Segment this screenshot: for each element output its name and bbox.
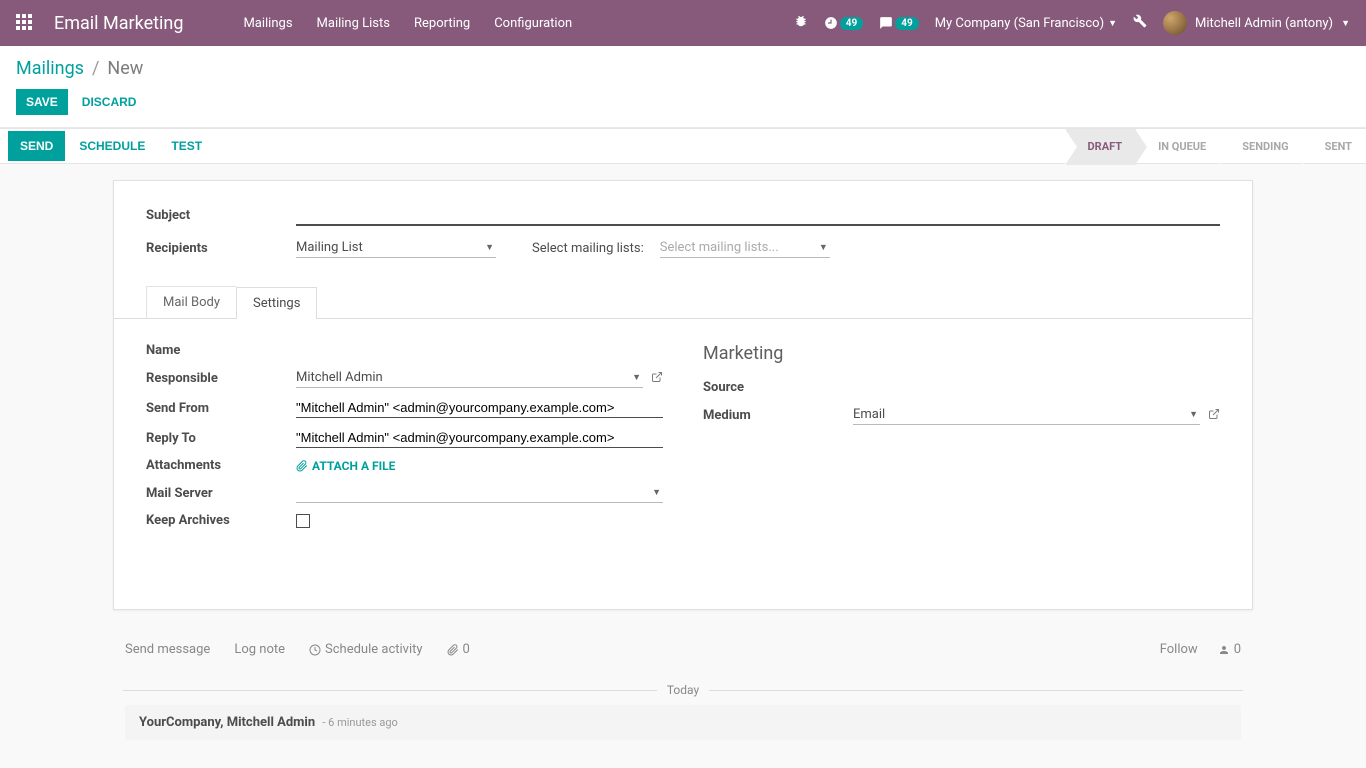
medium-label: Medium (703, 408, 853, 423)
menu-configuration[interactable]: Configuration (494, 16, 572, 31)
chat-badge[interactable]: 49 (879, 16, 918, 30)
attachment-count[interactable]: 0 (447, 642, 470, 657)
send-message-link[interactable]: Send message (125, 642, 210, 657)
menu-mailings[interactable]: Mailings (243, 16, 292, 31)
medium-value: Email (853, 407, 885, 422)
clock-icon (309, 644, 321, 656)
recipients-select[interactable]: Mailing List ▼ (296, 238, 496, 258)
discard-button[interactable]: DISCARD (72, 89, 147, 115)
schedule-button[interactable]: SCHEDULE (67, 131, 157, 161)
external-link-icon[interactable] (1208, 408, 1220, 423)
recipients-value: Mailing List (296, 240, 363, 255)
attach-file-label: ATTACH A FILE (312, 459, 395, 473)
name-label: Name (146, 343, 296, 358)
paperclip-icon (447, 644, 459, 656)
breadcrumb: Mailings / New (16, 58, 1350, 79)
chevron-down-icon: ▼ (632, 372, 641, 383)
marketing-header: Marketing (703, 343, 1220, 364)
mailing-lists-select[interactable]: Select mailing lists... ▼ (660, 238, 830, 258)
top-nav: Email Marketing Mailings Mailing Lists R… (0, 0, 1366, 46)
mailserver-value (296, 485, 299, 500)
clock-badge-count: 49 (840, 17, 863, 30)
keeparchives-label: Keep Archives (146, 513, 296, 528)
company-switcher[interactable]: My Company (San Francisco) ▼ (935, 16, 1117, 31)
tab-mail-body[interactable]: Mail Body (146, 286, 236, 318)
app-brand[interactable]: Email Marketing (54, 13, 183, 34)
test-button[interactable]: TEST (159, 131, 214, 161)
form-sheet: Subject Recipients Mailing List ▼ Select… (113, 180, 1253, 610)
save-button[interactable]: SAVE (16, 89, 68, 115)
chevron-down-icon: ▼ (652, 487, 661, 498)
message-item[interactable]: YourCompany, Mitchell Admin - 6 minutes … (125, 705, 1241, 740)
control-panel: Mailings / New SAVE DISCARD (0, 46, 1366, 128)
user-name: Mitchell Admin (antony) (1195, 16, 1333, 31)
keeparchives-checkbox[interactable] (296, 514, 310, 528)
clock-badge[interactable]: 49 (824, 16, 863, 30)
schedule-activity-link[interactable]: Schedule activity (309, 642, 423, 657)
subject-label: Subject (146, 208, 296, 223)
replyto-label: Reply To (146, 431, 296, 446)
sendfrom-label: Send From (146, 401, 296, 416)
chevron-down-icon: ▼ (1341, 18, 1350, 29)
external-link-icon[interactable] (651, 371, 663, 386)
attach-file-button[interactable]: ATTACH A FILE (296, 459, 395, 473)
responsible-value: Mitchell Admin (296, 370, 383, 385)
chevron-down-icon: ▼ (819, 242, 828, 253)
chevron-down-icon: ▼ (485, 242, 494, 253)
chatter: Send message Log note Schedule activity … (113, 634, 1253, 740)
send-button[interactable]: SEND (8, 131, 65, 161)
apps-icon[interactable] (16, 14, 34, 32)
user-menu[interactable]: Mitchell Admin (antony) ▼ (1163, 11, 1350, 35)
medium-select[interactable]: Email ▼ (853, 405, 1200, 425)
chevron-down-icon: ▼ (1108, 18, 1117, 29)
stage-in-queue[interactable]: IN QUEUE (1136, 129, 1220, 165)
stage-sending[interactable]: SENDING (1220, 129, 1302, 165)
chat-badge-count: 49 (895, 17, 918, 30)
breadcrumb-sep: / (92, 58, 99, 79)
menu-mailing-lists[interactable]: Mailing Lists (317, 16, 390, 31)
responsible-label: Responsible (146, 371, 296, 386)
stage-draft[interactable]: DRAFT (1066, 129, 1137, 165)
responsible-select[interactable]: Mitchell Admin ▼ (296, 368, 643, 388)
message-time: - 6 minutes ago (322, 716, 397, 729)
company-name: My Company (San Francisco) (935, 16, 1104, 31)
replyto-input[interactable] (296, 428, 663, 448)
breadcrumb-current: New (107, 58, 143, 79)
main-menu: Mailings Mailing Lists Reporting Configu… (243, 16, 572, 31)
message-author: YourCompany, Mitchell Admin (139, 715, 315, 730)
attachments-label: Attachments (146, 458, 296, 473)
tab-settings[interactable]: Settings (236, 287, 317, 319)
breadcrumb-root[interactable]: Mailings (16, 58, 84, 79)
menu-reporting[interactable]: Reporting (414, 16, 470, 31)
source-label: Source (703, 380, 853, 395)
chevron-down-icon: ▼ (1189, 409, 1198, 420)
settings-icon[interactable] (1133, 14, 1147, 32)
sendfrom-input[interactable] (296, 398, 663, 418)
debug-icon[interactable] (794, 14, 808, 32)
user-icon (1218, 644, 1230, 656)
follow-button[interactable]: Follow (1160, 642, 1198, 657)
avatar (1163, 11, 1187, 35)
log-note-link[interactable]: Log note (234, 642, 285, 657)
mailserver-select[interactable]: ▼ (296, 483, 663, 503)
subject-input[interactable] (296, 205, 1220, 226)
mailing-lists-label: Select mailing lists: (532, 241, 644, 256)
statusbar: SEND SCHEDULE TEST DRAFT IN QUEUE SENDIN… (0, 128, 1366, 164)
today-separator: Today (113, 683, 1253, 697)
mailing-lists-placeholder: Select mailing lists... (660, 240, 779, 255)
recipients-label: Recipients (146, 241, 296, 256)
tabs: Mail Body Settings (114, 286, 1252, 319)
mailserver-label: Mail Server (146, 486, 296, 501)
followers-count[interactable]: 0 (1218, 642, 1241, 657)
